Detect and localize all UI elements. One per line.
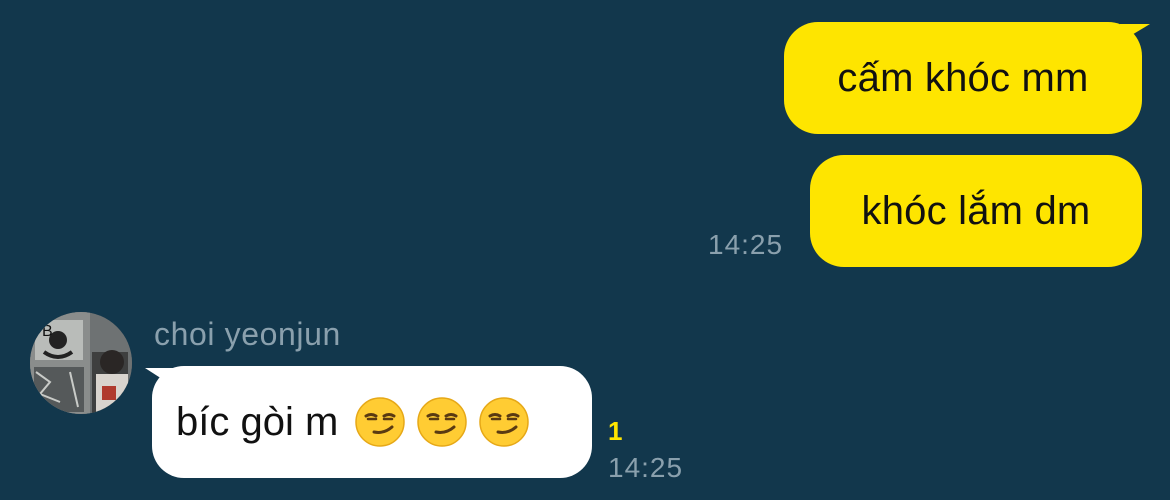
outgoing-message-bubble[interactable]: cấm khóc mm: [784, 22, 1142, 134]
smirking-face-icon: [355, 397, 406, 447]
outgoing-message-text: cấm khóc mm: [837, 56, 1089, 100]
smirking-face-icon: [479, 397, 530, 447]
unread-count: 1: [608, 416, 623, 446]
svg-text:B: B: [42, 323, 53, 340]
avatar-photo-icon: B: [30, 312, 132, 414]
smirking-face-icon: [417, 397, 468, 447]
incoming-timestamp: 14:25: [608, 452, 684, 483]
incoming-message-bubble[interactable]: bíc gòi m: [152, 366, 592, 478]
emoji-group: [344, 396, 530, 448]
outgoing-message-bubble[interactable]: khóc lắm dm: [810, 155, 1142, 267]
sender-name: choi yeonjun: [154, 316, 341, 352]
outgoing-timestamp: 14:25: [708, 229, 784, 260]
sender-avatar[interactable]: B: [30, 312, 132, 414]
outgoing-message-text: khóc lắm dm: [861, 189, 1091, 233]
incoming-message-text: bíc gòi m: [176, 399, 339, 444]
